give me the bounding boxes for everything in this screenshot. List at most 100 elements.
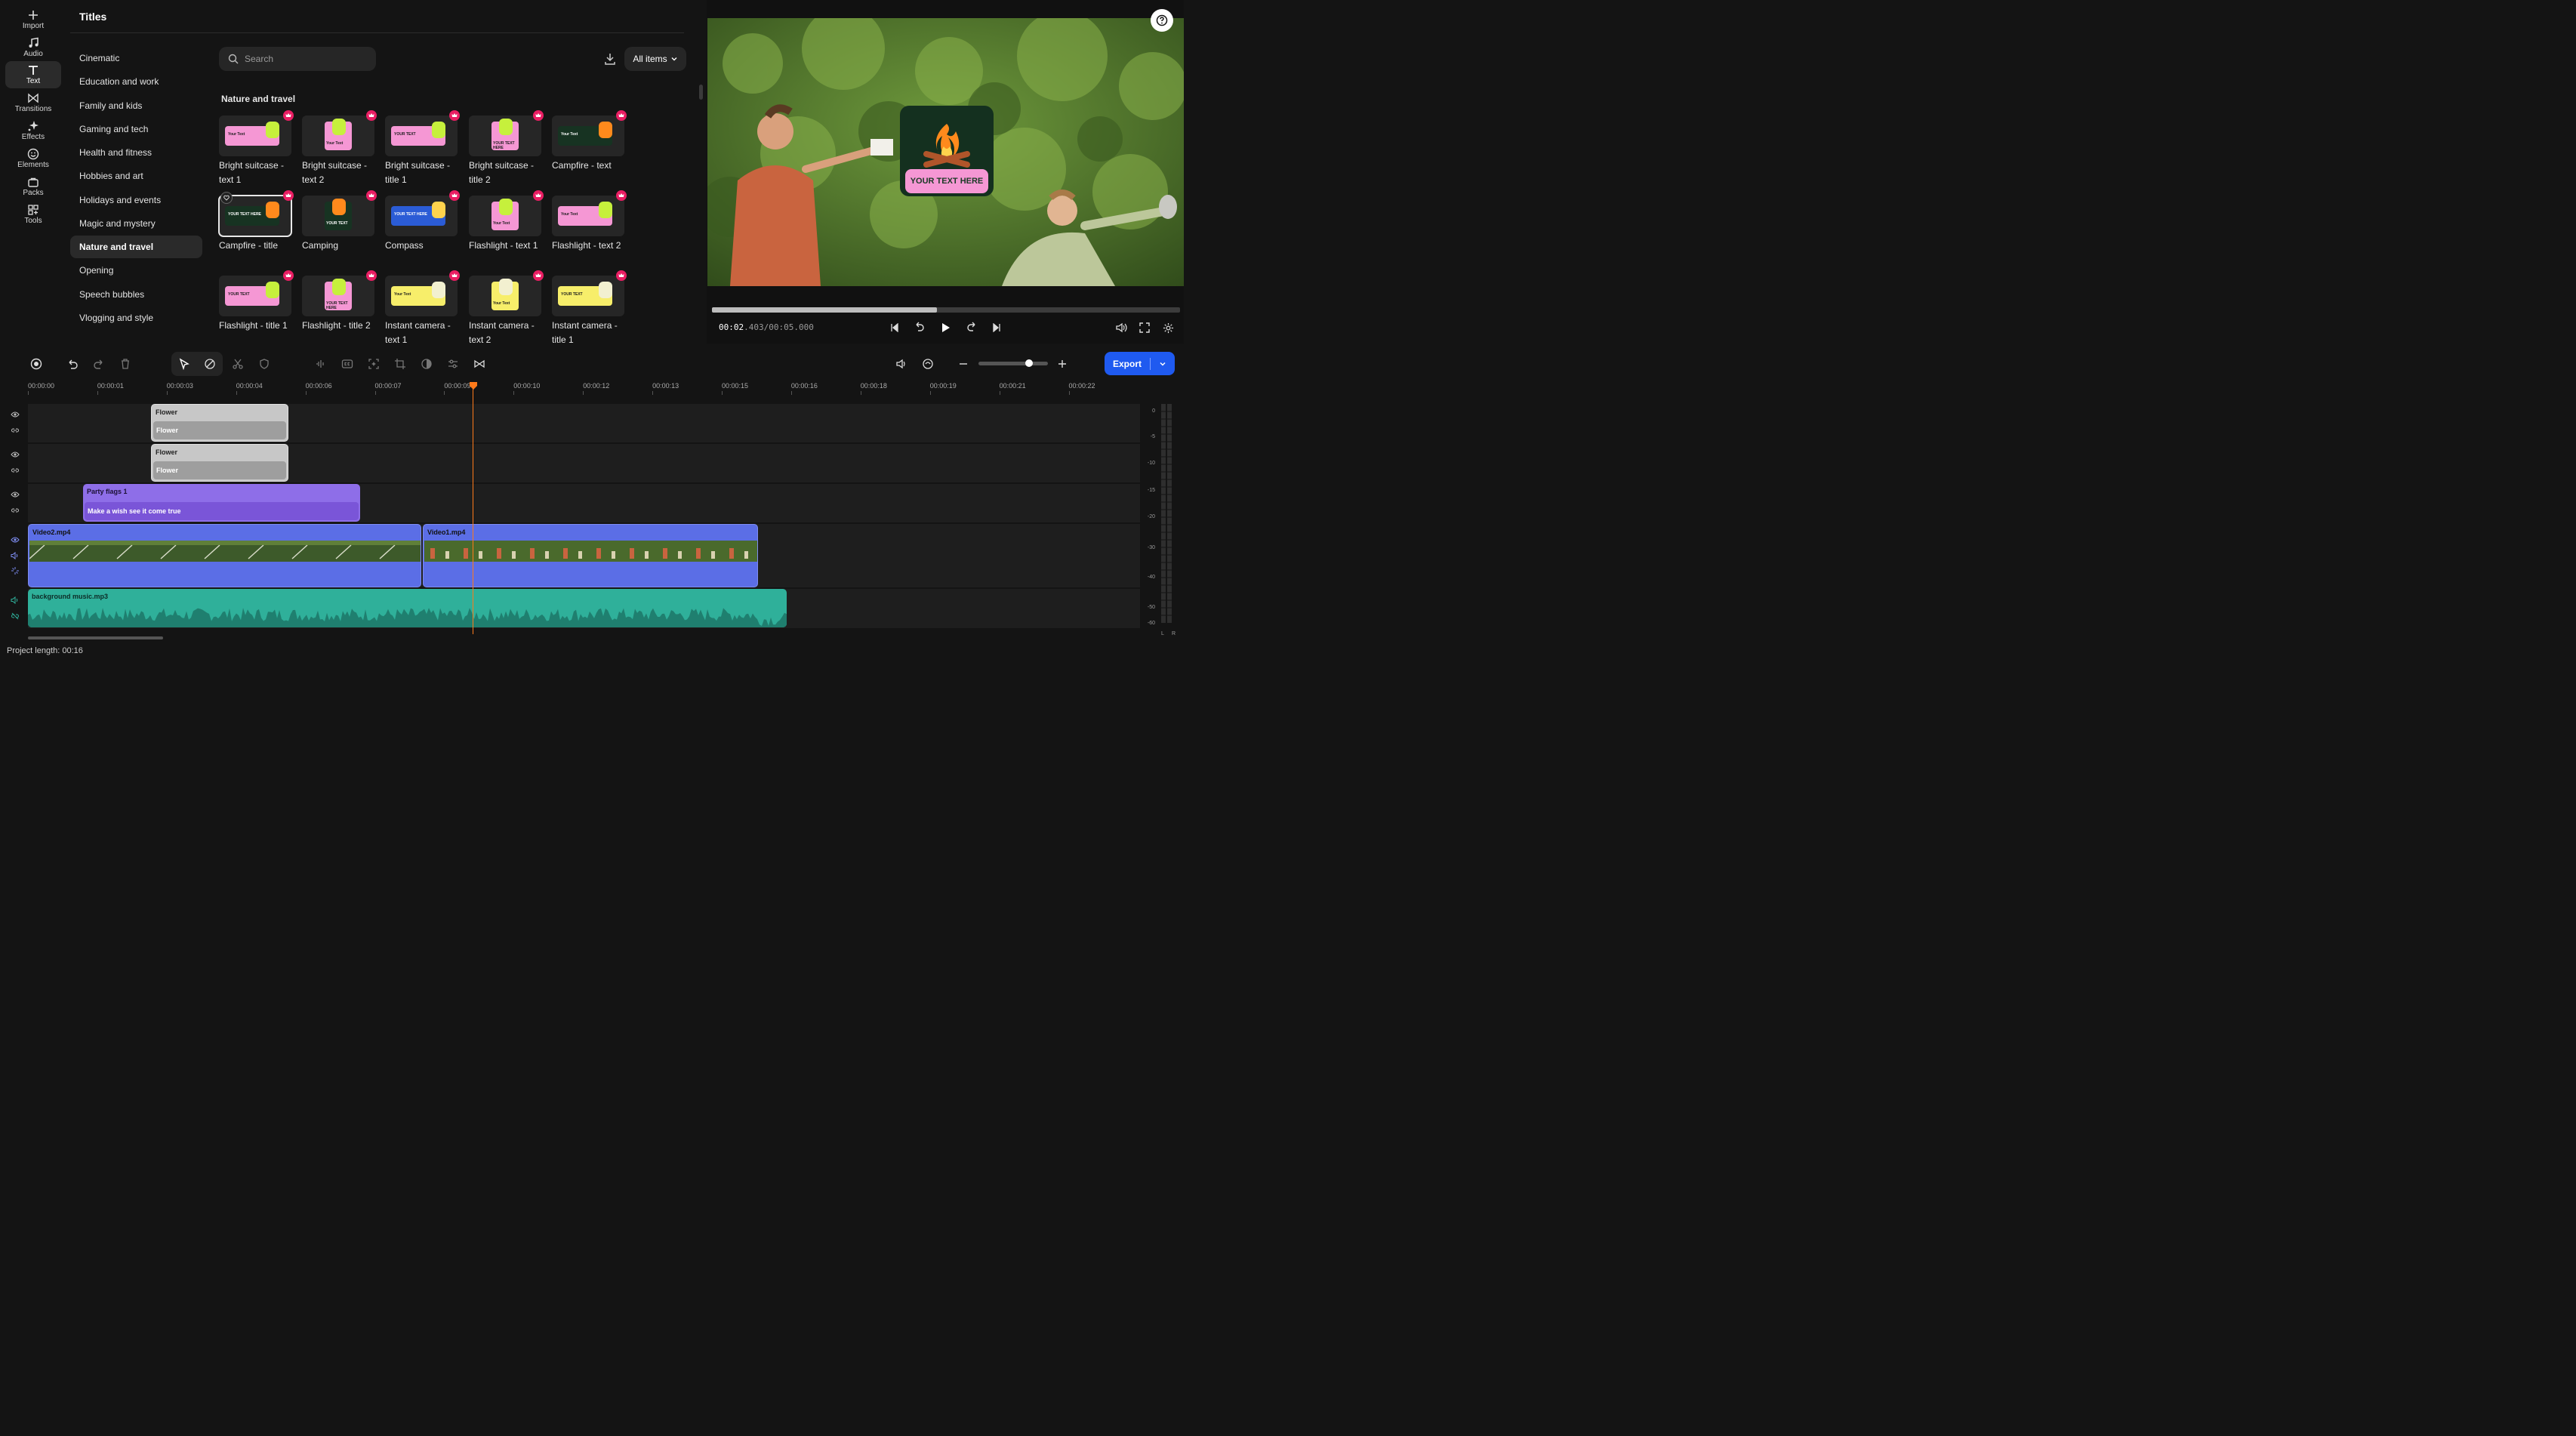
eye-icon[interactable] xyxy=(10,409,20,420)
rail-audio[interactable]: Audio xyxy=(5,34,61,61)
fullscreen-button[interactable] xyxy=(1138,321,1151,334)
color-button[interactable] xyxy=(418,356,435,372)
title-card[interactable]: YOUR TEXT Instant camera - title 1 xyxy=(552,270,627,347)
category-cinematic[interactable]: Cinematic xyxy=(70,47,202,69)
category-hobbies[interactable]: Hobbies and art xyxy=(70,165,202,187)
title-card[interactable]: Your Text Bright suitcase - text 1 xyxy=(219,110,294,187)
download-button[interactable] xyxy=(601,50,619,68)
clip-flower-1[interactable]: Flower Flower xyxy=(151,404,288,442)
zoom-in-button[interactable] xyxy=(1054,356,1071,372)
title-card[interactable]: YOUR TEXT HERE Compass xyxy=(385,190,460,253)
category-speech[interactable]: Speech bubbles xyxy=(70,283,202,306)
rail-packs[interactable]: Packs xyxy=(5,173,61,200)
unlink-icon[interactable] xyxy=(10,611,20,621)
razor-tool-button[interactable] xyxy=(202,356,218,372)
title-card[interactable]: YOUR TEXT HERE Flashlight - title 2 xyxy=(302,270,377,333)
help-button[interactable] xyxy=(1151,9,1173,32)
clip-flower-2[interactable]: Flower Flower xyxy=(151,444,288,482)
title-card[interactable]: Your Text Instant camera - text 2 xyxy=(469,270,544,347)
category-education[interactable]: Education and work xyxy=(70,70,202,93)
marker-button[interactable] xyxy=(256,356,273,372)
zoom-slider-handle[interactable] xyxy=(1025,359,1033,367)
title-card-thumbnail: YOUR TEXT xyxy=(552,270,627,316)
link-icon[interactable] xyxy=(10,505,20,516)
eye-icon[interactable] xyxy=(10,535,20,545)
time-total: .403/00:05.000 xyxy=(744,322,814,332)
undo-seek-button[interactable] xyxy=(912,321,926,334)
zoom-slider[interactable] xyxy=(978,362,1048,365)
title-card[interactable]: Your Text Instant camera - text 1 xyxy=(385,270,460,347)
title-card[interactable]: YOUR TEXT Bright suitcase - title 1 xyxy=(385,110,460,187)
rail-text[interactable]: Text xyxy=(5,61,61,88)
undo-button[interactable] xyxy=(64,356,81,372)
section-title: Nature and travel xyxy=(221,94,296,104)
timeline-scrollbar[interactable] xyxy=(28,636,163,639)
speaker-icon[interactable] xyxy=(10,550,20,561)
rail-transitions[interactable]: Transitions xyxy=(5,89,61,116)
link-icon[interactable] xyxy=(10,465,20,476)
playhead-handle[interactable] xyxy=(469,381,478,390)
title-card[interactable]: YOUR TEXT HERE Bright suitcase - title 2 xyxy=(469,110,544,187)
music-note-icon xyxy=(29,37,39,48)
preview-progress-fill xyxy=(712,307,937,313)
eye-icon[interactable] xyxy=(10,449,20,460)
category-nature[interactable]: Nature and travel xyxy=(70,236,202,258)
audio-detach-button[interactable] xyxy=(893,356,910,372)
title-card-label: Bright suitcase - title 2 xyxy=(469,160,535,185)
export-button[interactable]: Export xyxy=(1105,352,1175,375)
link-icon[interactable] xyxy=(10,425,20,436)
redo-button[interactable] xyxy=(91,356,107,372)
title-card[interactable]: Your Text Flashlight - text 1 xyxy=(469,190,544,253)
rail-elements[interactable]: Elements xyxy=(5,145,61,172)
title-card[interactable]: YOUR TEXT Flashlight - title 1 xyxy=(219,270,294,333)
export-options-button[interactable] xyxy=(1151,360,1175,368)
play-button[interactable] xyxy=(938,321,952,334)
category-gaming[interactable]: Gaming and tech xyxy=(70,118,202,140)
speaker-icon[interactable] xyxy=(10,595,20,606)
crop-button[interactable] xyxy=(392,356,408,372)
clip-background-music[interactable]: background music.mp3 xyxy=(28,589,787,627)
rail-effects[interactable]: Effects xyxy=(5,117,61,144)
rail-import[interactable]: Import xyxy=(5,6,61,33)
search-input[interactable]: Search xyxy=(219,47,376,71)
panel-scrollbar[interactable] xyxy=(699,85,703,100)
audio-split-button[interactable] xyxy=(313,356,329,372)
preview-settings-button[interactable] xyxy=(1161,321,1175,334)
ai-tool-button[interactable] xyxy=(365,356,382,372)
skip-start-button[interactable] xyxy=(888,321,901,334)
delete-button[interactable] xyxy=(117,356,134,372)
filter-dropdown[interactable]: All items xyxy=(624,47,686,71)
category-family[interactable]: Family and kids xyxy=(70,94,202,117)
adjust-button[interactable] xyxy=(445,356,461,372)
title-card[interactable]: YOUR TEXT Camping xyxy=(302,190,377,253)
category-vlogging[interactable]: Vlogging and style xyxy=(70,307,202,329)
category-magic[interactable]: Magic and mystery xyxy=(70,212,202,235)
captions-button[interactable] xyxy=(339,356,356,372)
forward-seek-button[interactable] xyxy=(966,321,979,334)
cut-button[interactable] xyxy=(230,356,246,372)
category-opening[interactable]: Opening xyxy=(70,259,202,282)
category-health[interactable]: Health and fitness xyxy=(70,141,202,164)
thumb-text: Your Text xyxy=(561,212,578,217)
record-button[interactable] xyxy=(28,356,45,372)
favorite-heart-icon[interactable] xyxy=(220,192,233,204)
skip-end-button[interactable] xyxy=(990,321,1003,334)
title-card[interactable]: Your Text Bright suitcase - text 2 xyxy=(302,110,377,187)
transition-tool-button[interactable] xyxy=(471,356,488,372)
snap-button[interactable] xyxy=(920,356,936,372)
effects-icon[interactable] xyxy=(10,565,20,576)
category-holidays[interactable]: Holidays and events xyxy=(70,189,202,211)
video-preview[interactable]: YOUR TEXT HERE xyxy=(707,18,1184,286)
volume-button[interactable] xyxy=(1114,321,1128,334)
zoom-out-button[interactable] xyxy=(955,356,972,372)
clip-video2[interactable]: Video2.mp4 xyxy=(28,524,421,587)
clip-party-flags[interactable]: Party flags 1 Make a wish see it come tr… xyxy=(83,484,360,522)
eye-icon[interactable] xyxy=(10,489,20,500)
title-card[interactable]: YOUR TEXT HERE Campfire - title xyxy=(218,190,294,253)
title-card[interactable]: Your Text Campfire - text xyxy=(552,110,627,173)
ruler-tick-label: 00:00:21 xyxy=(999,382,1026,390)
rail-tools[interactable]: Tools xyxy=(5,201,61,228)
title-card[interactable]: Your Text Flashlight - text 2 xyxy=(552,190,627,253)
clip-subtitle: Flower xyxy=(153,421,286,439)
select-tool-button[interactable] xyxy=(176,356,193,372)
